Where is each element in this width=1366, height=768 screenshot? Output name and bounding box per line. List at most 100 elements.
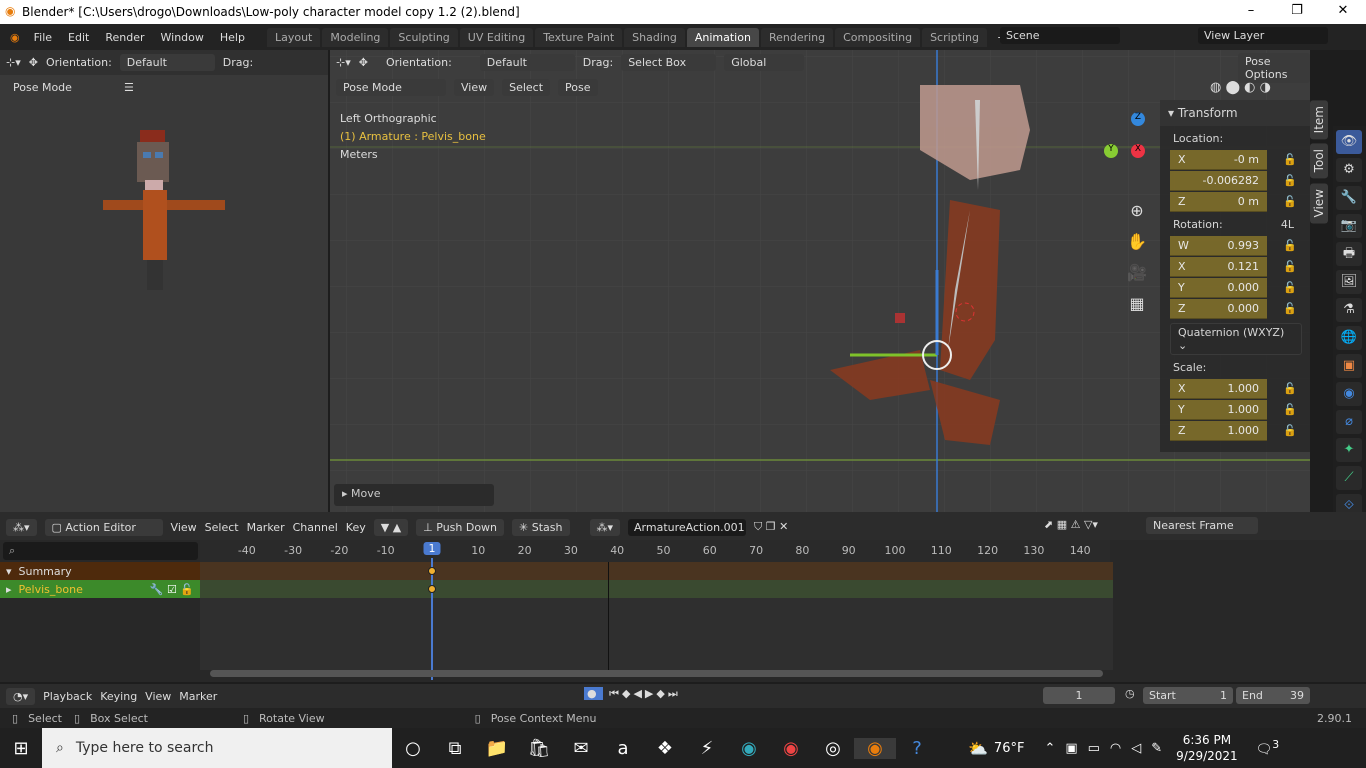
weather-temp[interactable]: 76°F [994,741,1025,756]
notifications-icon[interactable]: 🗨3 [1256,738,1279,757]
maximize-button[interactable]: ❐ [1274,0,1320,24]
rotation-field[interactable]: Y 0.000 [1170,277,1267,298]
lock-icon[interactable]: 🔓 [1283,239,1297,252]
lock-icon[interactable]: 🔓 [1283,195,1297,208]
lock-icon[interactable]: 🔓 [1283,260,1297,273]
system-tray-icons[interactable]: ⌃▣▭◠◁✎ [1044,741,1172,756]
action-name-field[interactable]: ArmatureAction.001 [628,518,747,536]
visibility-eye-icon[interactable]: 👁 [1336,130,1362,154]
bone-icon[interactable]: ⟋ [1336,466,1362,490]
keyframe-pelvis[interactable] [428,585,436,593]
transform-header[interactable]: ▾ Transform [1160,100,1310,126]
pan-hand-icon[interactable]: ✋ [1126,226,1148,257]
output-icon[interactable]: 🖶 [1336,242,1362,266]
cortana-icon[interactable]: ○ [392,738,434,759]
menu-file[interactable]: File [26,31,60,44]
menu-channel[interactable]: Channel [293,521,338,534]
tab-item[interactable]: Item [1310,100,1328,140]
amazon-icon[interactable]: a [602,738,644,759]
taskbar-search[interactable]: ⌕ Type here to search [42,728,392,768]
object-icon[interactable]: ▣ [1336,354,1362,378]
scene-selector[interactable]: Scene [1000,27,1120,44]
keyframe-summary[interactable] [428,567,436,575]
edge-icon[interactable]: ◉ [728,738,770,759]
menu-select[interactable]: Select [205,521,239,534]
menu-help[interactable]: Help [212,31,253,44]
push-down-button[interactable]: ⊥ Push Down [416,518,505,536]
modifier-wrench-icon[interactable]: 🔧 ☑ 🔓 [150,583,194,596]
keying-menu[interactable]: Keying [100,690,137,703]
tab-compositing[interactable]: Compositing [835,27,921,47]
select-menu[interactable]: Select [502,79,551,96]
view-menu[interactable]: View [454,79,495,96]
tool-settings-icon[interactable]: ⊹▾ [6,56,21,69]
transform-pivot-icon[interactable]: ✥ [29,56,38,69]
armature-data-icon[interactable]: ✦ [1336,438,1362,462]
scale-field[interactable]: Z 1.000 [1170,420,1267,441]
pose-menu[interactable]: Pose [558,79,598,96]
layer-down-button[interactable]: ▼ ▲ [373,518,409,536]
mode-dropdown[interactable]: Pose Mode [336,79,446,96]
blender-taskbar-icon[interactable]: ◉ [854,737,896,759]
tab-modeling[interactable]: Modeling [322,27,389,47]
lock-icon[interactable]: 🔓 [1283,302,1297,315]
action-browse-icon[interactable]: ⁂▾ [589,518,621,536]
zoom-icon[interactable]: ⊕ [1126,195,1148,226]
menu-render[interactable]: Render [97,31,152,44]
horizontal-scrollbar[interactable] [210,670,1103,677]
scale-field[interactable]: X 1.000 [1170,378,1267,399]
file-explorer-icon[interactable]: 📁 [476,738,518,759]
editor-type-icon[interactable]: ⁂▾ [6,518,37,536]
world-icon[interactable]: 🌐 [1336,326,1362,350]
lock-icon[interactable]: 🔓 [1283,174,1297,187]
task-view-icon[interactable]: ⧉ [434,738,476,759]
weather-icon[interactable]: ⛅ [968,739,988,758]
last-operator-panel[interactable]: ▸ Move [334,484,494,506]
playback-controls[interactable]: ● ⏮◆◀▶◆⏭ [584,687,681,701]
tab-uv-editing[interactable]: UV Editing [459,27,534,47]
hamburger-menu-icon[interactable]: ☰ [124,81,134,94]
dropbox-icon[interactable]: ❖ [644,738,686,759]
tab-view[interactable]: View [1310,182,1328,224]
drag-dropdown[interactable]: Select Box [621,54,717,71]
rotation-field[interactable]: X 0.121 [1170,256,1267,277]
menu-window[interactable]: Window [153,31,212,44]
snap-dropdown[interactable]: Nearest Frame [1146,517,1258,534]
lock-icon[interactable]: 🔓 [1283,382,1297,395]
gizmo-y[interactable]: Y [1104,144,1118,158]
grid-icon[interactable]: ▦ [1126,288,1148,319]
mode-dropdown[interactable]: ▢ Action Editor [44,518,163,536]
tab-tool[interactable]: Tool [1310,143,1328,179]
start-frame-field[interactable]: Start 1 [1143,687,1233,704]
view-layer-selector[interactable]: View Layer [1198,27,1328,44]
fake-user-shield-icon[interactable]: ⛉ ❐ ✕ [754,520,788,534]
timeline-editor-icon[interactable]: ◔▾ [6,687,36,705]
channel-summary[interactable]: ▾ Summary [0,562,200,580]
tool-icon[interactable]: ⚙ [1336,158,1362,182]
store-icon[interactable]: 🛍 [518,738,560,759]
menu-edit[interactable]: Edit [60,31,97,44]
tab-scripting[interactable]: Scripting [922,27,987,47]
close-button[interactable]: ✕ [1320,0,1366,24]
tab-texture-paint[interactable]: Texture Paint [535,27,623,47]
tab-rendering[interactable]: Rendering [760,27,834,47]
lock-icon[interactable]: 🔓 [1283,403,1297,416]
filter-icons[interactable]: ⬈ ▦ ⚠ ▽▾ [1044,518,1098,531]
current-frame-indicator[interactable]: 1 [423,542,441,555]
render-icon[interactable]: 📷 [1336,214,1362,238]
windows-start-icon[interactable]: ⊞ [0,738,42,759]
lock-icon[interactable]: 🔓 [1283,424,1297,437]
blender-menu-icon[interactable]: ◉ [10,31,20,44]
minimize-button[interactable]: – [1228,0,1274,24]
location-field[interactable]: -0.006282 [1170,170,1267,191]
playback-menu[interactable]: Playback [43,690,92,703]
transform-pivot-icon[interactable]: ✥ [359,56,368,69]
end-frame-field[interactable]: End 39 [1236,687,1310,704]
tab-sculpting[interactable]: Sculpting [390,27,458,47]
navigation-gizmo[interactable]: Y Z X [1100,108,1150,188]
lock-icon[interactable]: 🔓 [1283,281,1297,294]
lock-icon[interactable]: 🔓 [1283,153,1297,166]
app-icon[interactable]: ⚡ [686,738,728,759]
tool-settings-icon[interactable]: ⊹▾ [336,56,351,69]
mode-dropdown[interactable]: Pose Mode [6,79,116,96]
